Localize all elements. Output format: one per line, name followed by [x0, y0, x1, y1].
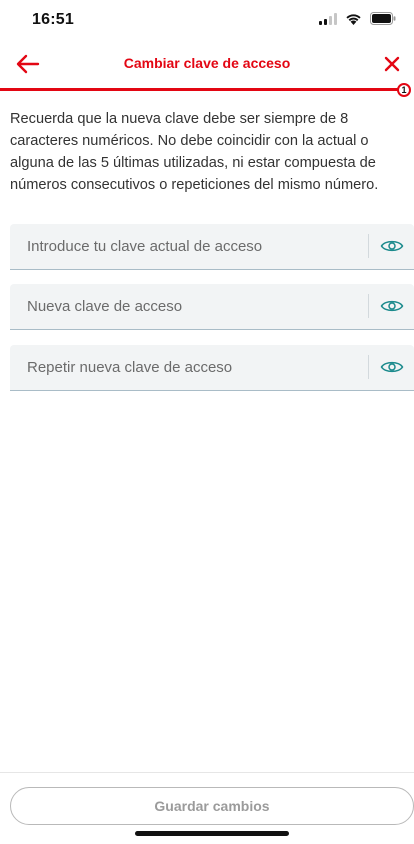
progress-bar: 1	[0, 83, 414, 97]
eye-icon[interactable]	[378, 234, 406, 258]
repeat-password-field[interactable]	[10, 345, 414, 391]
nav-bar: Cambiar clave de acceso	[0, 44, 414, 84]
status-time: 16:51	[32, 11, 74, 28]
password-rules-text: Recuerda que la nueva clave debe ser sie…	[10, 111, 379, 193]
eye-icon[interactable]	[378, 294, 406, 318]
current-password-field[interactable]	[10, 224, 414, 270]
signal-icon	[319, 12, 337, 25]
field-divider	[368, 234, 369, 258]
progress-line	[0, 88, 400, 91]
eye-icon[interactable]	[378, 355, 406, 379]
progress-step-badge: 1	[397, 83, 411, 97]
current-password-input[interactable]	[10, 224, 368, 268]
field-divider	[368, 294, 369, 318]
field-divider	[368, 355, 369, 379]
page-title: Cambiar clave de acceso	[123, 55, 291, 71]
repeat-password-input[interactable]	[10, 345, 368, 389]
status-icons	[319, 12, 396, 25]
close-icon	[384, 56, 400, 72]
status-bar: 16:51	[0, 0, 414, 44]
save-button[interactable]: Guardar cambios	[10, 787, 414, 825]
home-indicator	[135, 831, 289, 836]
wifi-icon	[345, 13, 362, 25]
battery-icon	[370, 12, 396, 25]
new-password-input[interactable]	[10, 284, 368, 328]
close-button[interactable]	[378, 50, 406, 78]
new-password-field[interactable]	[10, 284, 414, 330]
bottom-divider	[0, 772, 414, 773]
